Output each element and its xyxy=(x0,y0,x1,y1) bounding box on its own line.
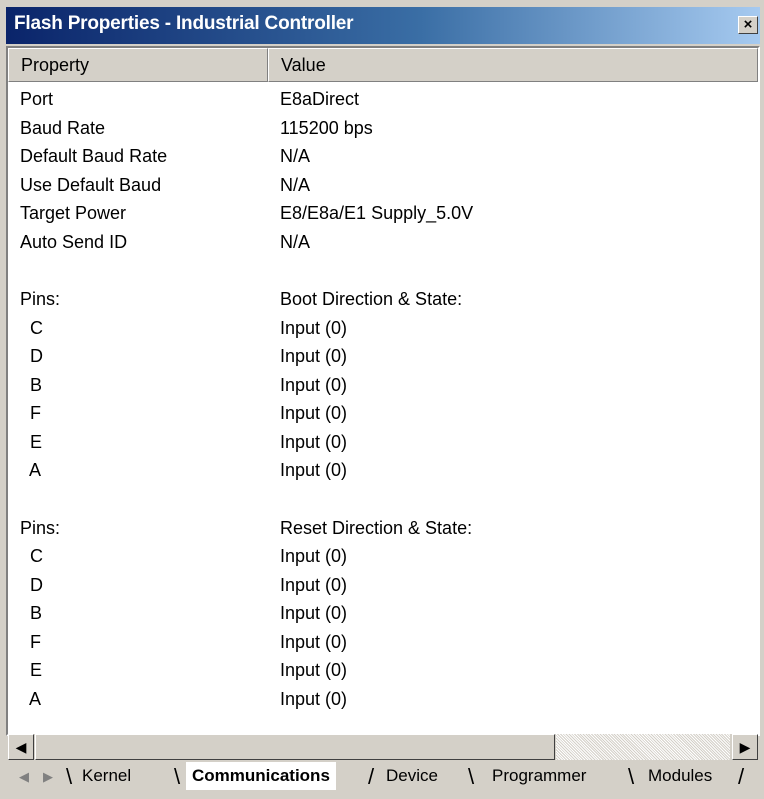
tab-nav-right-icon: ▶ xyxy=(43,769,53,784)
property-name-cell: A xyxy=(20,688,42,709)
arrow-right-icon: ▶ xyxy=(739,739,751,755)
table-row[interactable]: E Input (0) xyxy=(8,657,758,686)
table-row[interactable]: A Input (0) xyxy=(8,457,758,486)
scroll-right-button[interactable]: ▶ xyxy=(732,734,758,760)
table-row[interactable]: Default Baud Rate N/A xyxy=(8,143,758,172)
tab-kernel[interactable]: Kernel xyxy=(82,762,131,790)
property-name-cell: A xyxy=(20,460,42,480)
property-name-cell: D xyxy=(20,574,44,595)
property-value-cell: Input (0) xyxy=(280,631,348,652)
property-name-cell: B xyxy=(20,374,43,395)
tab-modules[interactable]: Modules xyxy=(648,762,712,790)
property-value-cell: Input (0) xyxy=(280,460,348,480)
table-row[interactable]: Use Default Baud N/A xyxy=(8,172,758,201)
table-row[interactable]: Pins: Reset Direction & State: xyxy=(8,515,758,544)
table-row[interactable] xyxy=(8,257,758,286)
tab-device[interactable]: Device xyxy=(386,762,438,790)
tab-separator: / xyxy=(738,764,745,789)
tab-separator: / xyxy=(368,764,375,789)
column-header-value[interactable]: Value xyxy=(268,48,758,82)
property-name-cell: F xyxy=(20,631,41,652)
property-value-cell: 115200 bps xyxy=(280,117,373,138)
table-row[interactable]: B Input (0) xyxy=(8,372,758,401)
property-value-cell: E8aDirect xyxy=(280,89,360,109)
table-row[interactable]: F Input (0) xyxy=(8,400,758,429)
property-value-cell: N/A xyxy=(280,146,311,166)
property-name-cell: Baud Rate xyxy=(20,117,106,138)
close-icon: × xyxy=(743,16,753,33)
table-row[interactable]: Pins: Boot Direction & State: xyxy=(8,286,758,315)
table-row[interactable]: A Input (0) xyxy=(8,686,758,715)
property-rows: Port E8aDirect Baud Rate 115200 bps Default … xyxy=(8,86,758,714)
property-value-cell: Input (0) xyxy=(280,317,348,338)
property-value-cell: N/A xyxy=(280,174,311,195)
tab-bar: ◀ ▶ \ Kernel \ Communications / Device \… xyxy=(8,762,758,792)
property-value-cell: Input (0) xyxy=(280,431,348,452)
property-value-cell: Reset Direction & State: xyxy=(280,517,473,538)
table-row[interactable]: F Input (0) xyxy=(8,629,758,658)
property-name-cell: D xyxy=(20,346,44,366)
scroll-track[interactable] xyxy=(556,734,730,760)
table-row[interactable]: Target Power E8/E8a/E1 Supply_5.0V xyxy=(8,200,758,229)
property-value-cell: N/A xyxy=(280,231,311,252)
property-name-cell: Pins: xyxy=(20,517,61,538)
property-name-cell: Default Baud Rate xyxy=(20,146,168,166)
title-bar[interactable]: Flash Properties - Industrial Controller… xyxy=(6,7,760,44)
property-name-cell: C xyxy=(20,317,44,338)
tab-separator: \ xyxy=(468,764,475,789)
property-value-cell: Input (0) xyxy=(280,546,348,566)
property-name-cell: F xyxy=(20,403,41,423)
tab-nav-left-icon: ◀ xyxy=(19,769,29,784)
tab-separator: \ xyxy=(628,764,635,789)
property-name-cell: E xyxy=(20,660,43,680)
flash-properties-window: Flash Properties - Industrial Controller… xyxy=(0,0,764,799)
table-row[interactable]: E Input (0) xyxy=(8,429,758,458)
table-row[interactable]: Port E8aDirect xyxy=(8,86,758,115)
horizontal-scrollbar[interactable]: ◀ ▶ xyxy=(8,734,758,760)
table-row[interactable]: B Input (0) xyxy=(8,600,758,629)
scroll-left-button[interactable]: ◀ xyxy=(8,734,34,760)
table-row[interactable]: D Input (0) xyxy=(8,572,758,601)
property-value-cell: Input (0) xyxy=(280,374,348,395)
property-name-cell: C xyxy=(20,546,44,566)
table-row[interactable]: Auto Send ID N/A xyxy=(8,229,758,258)
tab-nav-next-button[interactable]: ▶ xyxy=(36,765,60,789)
property-name-cell: Target Power xyxy=(20,203,127,223)
tab-communications[interactable]: Communications xyxy=(186,762,336,790)
table-row[interactable]: Baud Rate 115200 bps xyxy=(8,115,758,144)
tab-nav-first-button[interactable]: ◀ xyxy=(12,765,36,789)
property-value-cell: Input (0) xyxy=(280,660,348,680)
table-row[interactable]: C Input (0) xyxy=(8,543,758,572)
tab-separator: \ xyxy=(174,764,181,789)
arrow-left-icon: ◀ xyxy=(15,739,27,755)
property-value-cell: E8/E8a/E1 Supply_5.0V xyxy=(280,203,474,223)
column-header-property[interactable]: Property xyxy=(8,48,268,82)
window-title: Flash Properties - Industrial Controller xyxy=(14,13,354,34)
property-name-cell: Pins: xyxy=(20,289,61,309)
tab-separator: \ xyxy=(66,764,73,789)
property-value-cell: Input (0) xyxy=(280,603,348,623)
table-row[interactable] xyxy=(8,486,758,515)
property-value-cell: Input (0) xyxy=(280,574,348,595)
tab-programmer[interactable]: Programmer xyxy=(492,762,586,790)
scroll-thumb[interactable] xyxy=(35,734,555,760)
close-button[interactable]: × xyxy=(738,16,758,34)
property-name-cell: B xyxy=(20,603,43,623)
table-row[interactable]: D Input (0) xyxy=(8,343,758,372)
property-name-cell: Auto Send ID xyxy=(20,231,128,252)
table-row[interactable]: C Input (0) xyxy=(8,315,758,344)
property-name-cell: Use Default Baud xyxy=(20,174,162,195)
properties-list[interactable]: Property Value Port E8aDirect Baud Rate 115… xyxy=(6,46,760,736)
property-value-cell: Input (0) xyxy=(280,346,348,366)
property-value-cell: Input (0) xyxy=(280,688,348,709)
property-value-cell: Input (0) xyxy=(280,403,348,423)
property-name-cell: E xyxy=(20,431,43,452)
property-name-cell: Port xyxy=(20,89,54,109)
property-value-cell: Boot Direction & State: xyxy=(280,289,463,309)
